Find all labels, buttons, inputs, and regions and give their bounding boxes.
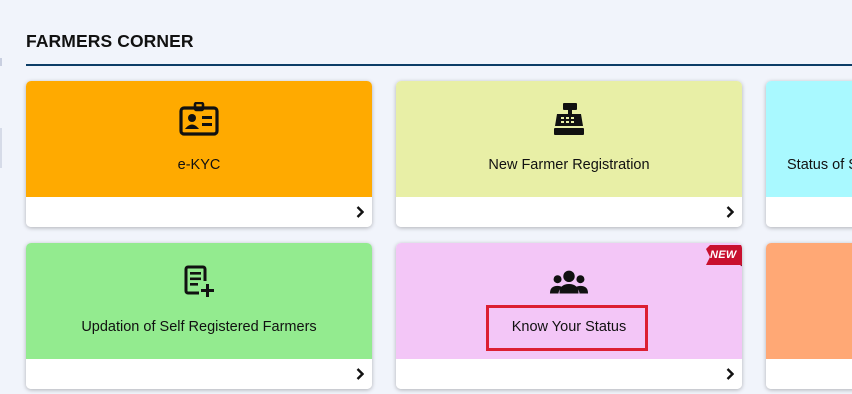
card-footer	[396, 197, 742, 227]
card-header: Know Your Status NEW	[396, 243, 742, 359]
chevron-right-icon[interactable]	[724, 205, 736, 219]
card-header: Updation of Self Registered Farmers	[26, 243, 372, 359]
chevron-right-icon[interactable]	[724, 367, 736, 381]
section-title: FARMERS CORNER	[26, 31, 194, 51]
card-label: e-KYC	[177, 157, 221, 173]
farmers-corner-page: FARMERS CORNER e-KYC New Farmer Registra…	[0, 0, 852, 394]
card-status-of[interactable]: Status of S	[766, 81, 852, 227]
chevron-right-icon[interactable]	[354, 205, 366, 219]
card-label: Know Your Status	[511, 319, 627, 335]
card-ekyc[interactable]: e-KYC	[26, 81, 372, 227]
card-header: Status of S	[766, 81, 852, 197]
card-updation-self-registered[interactable]: Updation of Self Registered Farmers	[26, 243, 372, 389]
users-icon	[549, 265, 589, 301]
card-header	[766, 243, 852, 359]
card-label: Status of S	[787, 157, 852, 173]
card-footer	[766, 359, 852, 389]
card-footer	[26, 197, 372, 227]
new-badge-text: NEW	[710, 249, 737, 261]
title-underline	[26, 64, 852, 66]
chevron-right-icon[interactable]	[354, 367, 366, 381]
card-footer	[26, 359, 372, 389]
card-footer	[766, 197, 852, 227]
card-new-farmer-registration[interactable]: New Farmer Registration	[396, 81, 742, 227]
card-header: New Farmer Registration	[396, 81, 742, 197]
new-badge: NEW	[704, 243, 742, 271]
cash-register-icon	[549, 101, 589, 137]
card-footer	[396, 359, 742, 389]
edit-document-icon	[179, 263, 219, 299]
card-orange[interactable]	[766, 243, 852, 389]
card-header: e-KYC	[26, 81, 372, 197]
card-label: New Farmer Registration	[488, 157, 650, 173]
id-card-icon	[179, 101, 219, 137]
card-label: Updation of Self Registered Farmers	[81, 319, 317, 335]
card-know-your-status[interactable]: Know Your Status NEW	[396, 243, 742, 389]
left-edge-strip	[0, 128, 2, 168]
left-divider	[0, 58, 2, 66]
